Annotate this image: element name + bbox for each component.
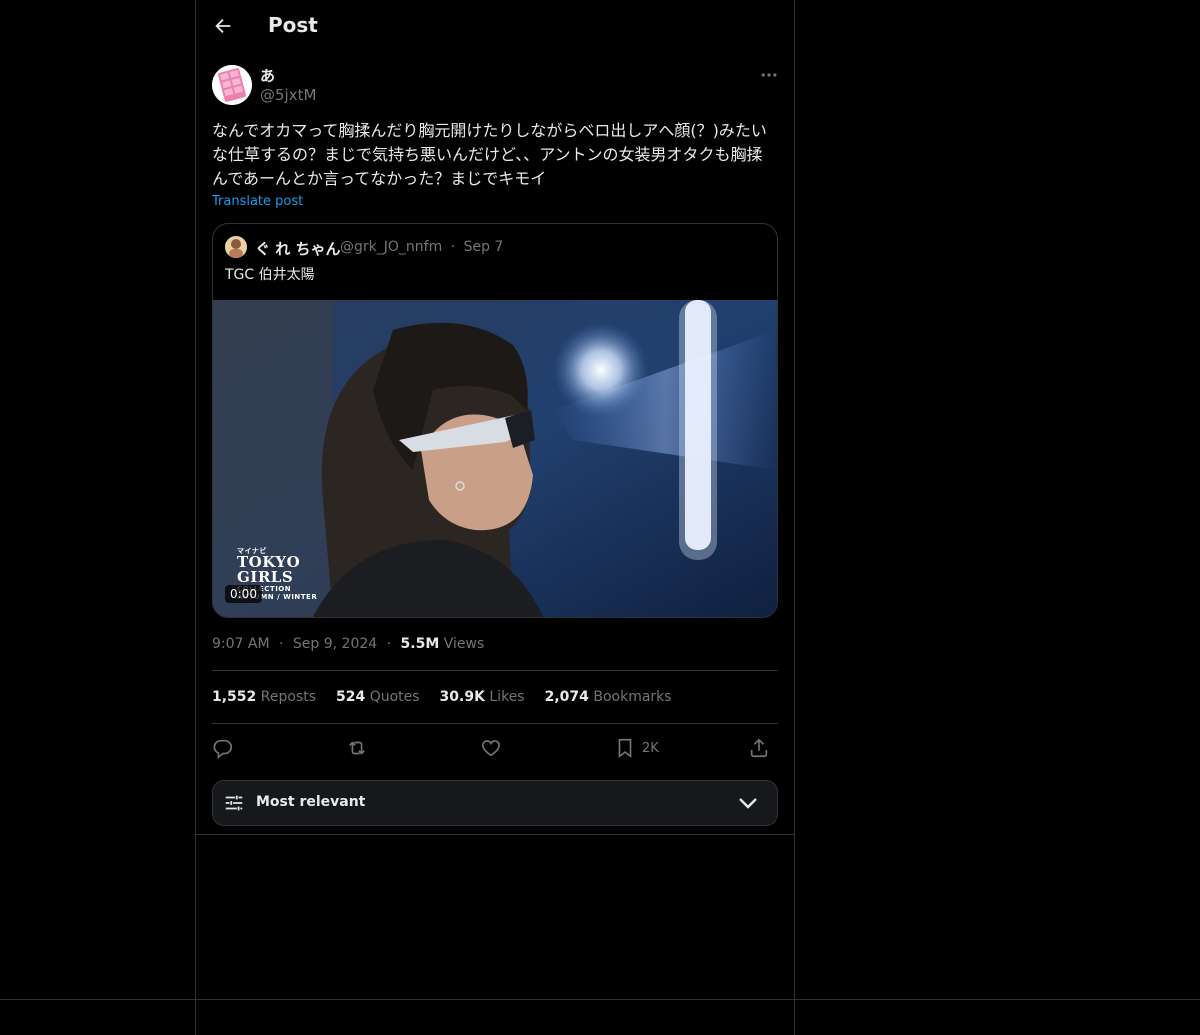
post-time[interactable]: 9:07 AM [212, 636, 270, 652]
meta-dot: · [450, 239, 456, 255]
page-header: Post [196, 0, 794, 53]
avatar[interactable] [212, 65, 252, 105]
reposts-stat[interactable]: 1,552 Reposts [212, 689, 316, 705]
more-icon[interactable] [759, 65, 779, 85]
quote-date[interactable]: Sep 7 [464, 239, 504, 255]
video-player[interactable]: マイナビ TOKYO GIRLS COLLECTION AUTUMN / WIN… [213, 300, 777, 617]
author-name[interactable]: あ [260, 65, 275, 86]
divider [212, 670, 778, 671]
post-text: なんでオカマって胸揉んだり胸元開けたりしながらベロ出しアへ顔(？)みたいな仕草す… [212, 121, 767, 188]
divider [196, 834, 794, 835]
quote-avatar[interactable] [225, 236, 247, 258]
main-column: Post あ @5jxtM なんでオカマって胸揉んだり胸元開けたりしながらベロ出… [195, 0, 795, 1035]
bookmarks-stat[interactable]: 2,074 Bookmarks [545, 689, 672, 705]
likes-stat[interactable]: 30.9K Likes [440, 689, 525, 705]
quote-author-handle[interactable]: @grk_JO_nnfm [340, 239, 442, 255]
sliders-icon [223, 792, 245, 814]
author-handle[interactable]: @5jxtM [260, 86, 316, 104]
reply-icon[interactable] [212, 735, 234, 761]
post-date[interactable]: Sep 9, 2024 [293, 636, 377, 652]
meta-dot: · [279, 636, 284, 652]
bookmark-icon [618, 738, 632, 758]
divider [212, 723, 778, 724]
post-timestamp-row: 9:07 AM · Sep 9, 2024 · 5.5M Views [212, 636, 484, 652]
bookmark-button[interactable]: 2K [614, 735, 659, 761]
divider [0, 999, 1200, 1000]
heart-icon[interactable] [480, 735, 502, 761]
meta-dot: · [386, 636, 392, 652]
reply-sort-dropdown[interactable]: Most relevant [212, 780, 778, 826]
translate-link[interactable]: Translate post [212, 194, 303, 209]
action-bar: 2K [212, 735, 778, 763]
share-icon[interactable] [748, 735, 770, 761]
quoted-post[interactable]: ぐ れ ちゃん @grk_JO_nnfm · Sep 7 TGC 伯井太陽 マイ… [212, 223, 778, 618]
arrow-left-icon[interactable] [212, 15, 234, 37]
quote-author-name[interactable]: ぐ れ ちゃん [255, 238, 340, 259]
quotes-stat[interactable]: 524 Quotes [336, 689, 420, 705]
repost-icon[interactable] [346, 735, 368, 761]
quote-text: TGC 伯井太陽 [225, 267, 315, 283]
chevron-down-icon [737, 794, 759, 812]
views-count: 5.5M [400, 636, 440, 652]
sort-label: Most relevant [256, 794, 366, 810]
video-timestamp: 0:00 [225, 585, 262, 603]
bookmark-count: 2K [642, 740, 659, 756]
quote-meta: @grk_JO_nnfm · Sep 7 [340, 239, 503, 255]
page-title: Post [268, 13, 318, 37]
views-label: Views [443, 636, 485, 652]
engagement-stats: 1,552 Reposts 524 Quotes 30.9K Likes 2,0… [212, 689, 672, 705]
